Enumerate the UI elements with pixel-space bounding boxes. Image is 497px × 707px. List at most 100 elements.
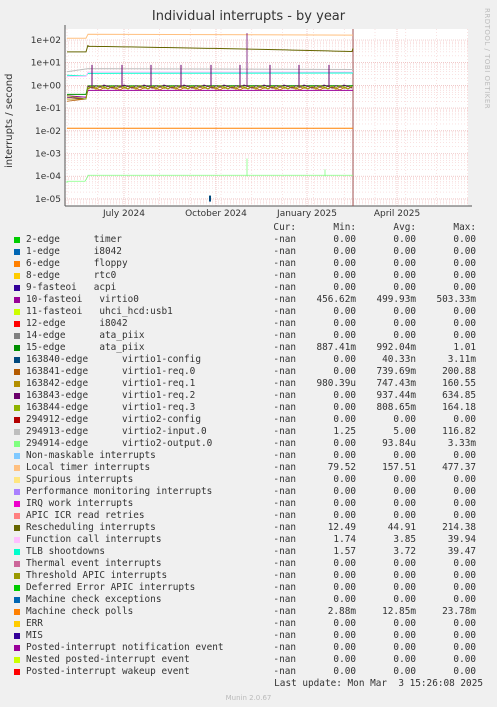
legend-avg: 992.04m xyxy=(376,342,416,353)
legend-label: 163841-edge virtio1-req.0 xyxy=(26,366,196,377)
legend-cur: -nan xyxy=(273,234,296,245)
legend-avg: 0.00 xyxy=(393,234,416,245)
legend-cur: -nan xyxy=(273,366,296,377)
legend-row: Thermal event interrupts -nan 0.00 0.00 0.00 xyxy=(0,558,497,570)
legend-cur: -nan xyxy=(273,546,296,557)
legend-min: 2.88m xyxy=(327,606,356,617)
legend-swatch xyxy=(14,321,20,327)
legend-swatch xyxy=(14,525,20,531)
legend-max: 0.00 xyxy=(453,642,476,653)
legend-avg: 0.00 xyxy=(393,330,416,341)
legend-swatch xyxy=(14,537,20,543)
legend-label: Nested posted-interrupt event xyxy=(26,654,190,665)
legend-label: 163843-edge virtio1-req.2 xyxy=(26,390,196,401)
legend-cur: -nan xyxy=(273,534,296,545)
legend-min: 0.00 xyxy=(333,582,356,593)
legend-swatch xyxy=(14,429,20,435)
legend-min: 0.00 xyxy=(333,642,356,653)
legend-avg: 0.00 xyxy=(393,258,416,269)
legend-swatch xyxy=(14,441,20,447)
legend-min: 980.39u xyxy=(316,378,356,389)
legend-avg: 808.65m xyxy=(376,402,416,413)
legend-label: Deferred Error APIC interrupts xyxy=(26,582,196,593)
legend-row: Machine check polls -nan 2.88m 12.85m 23.78m xyxy=(0,606,497,618)
legend-avg: 0.00 xyxy=(393,270,416,281)
legend-label: 1-edge i8042 xyxy=(26,246,122,257)
legend-avg: 12.85m xyxy=(382,606,416,617)
legend-min: 0.00 xyxy=(333,630,356,641)
y-tick-label: 1e+02 xyxy=(31,36,61,46)
legend-cur: -nan xyxy=(273,414,296,425)
legend-row: 163843-edge virtio1-req.2 -nan 0.00 937.44m… xyxy=(0,390,497,402)
legend-cur: -nan xyxy=(273,654,296,665)
legend-cur: -nan xyxy=(273,558,296,569)
legend-row: 10-fasteoi virtio0 -nan 456.62m 499.93m 503.… xyxy=(0,294,497,306)
legend-label: 294913-edge virtio2-input.0 xyxy=(26,426,207,437)
legend-avg: 0.00 xyxy=(393,474,416,485)
legend-row: 163842-edge virtio1-req.1 -nan 980.39u 747.… xyxy=(0,378,497,390)
legend-label: 294914-edge virtio2-output.0 xyxy=(26,438,213,449)
legend-max: 0.00 xyxy=(453,486,476,497)
legend-avg: 0.00 xyxy=(393,498,416,509)
legend-swatch xyxy=(14,405,20,411)
legend-cur: -nan xyxy=(273,642,296,653)
legend-max: 0.00 xyxy=(453,618,476,629)
legend-label: Function call interrupts xyxy=(26,534,162,545)
legend-header-max: Max: xyxy=(453,222,476,233)
legend-row: APIC ICR read retries -nan 0.00 0.00 0.00 xyxy=(0,510,497,522)
legend-header-cur: Cur: xyxy=(273,222,296,233)
legend-avg: 937.44m xyxy=(376,390,416,401)
legend-avg: 0.00 xyxy=(393,486,416,497)
legend-row: Rescheduling interrupts -nan 12.49 44.91 214… xyxy=(0,522,497,534)
legend-swatch xyxy=(14,501,20,507)
legend-row: 294912-edge virtio2-config -nan 0.00 0.00 0.… xyxy=(0,414,497,426)
legend-min: 12.49 xyxy=(327,522,356,533)
legend-label: 10-fasteoi virtio0 xyxy=(26,294,139,305)
legend-cur: -nan xyxy=(273,390,296,401)
legend-min: 0.00 xyxy=(333,666,356,677)
legend-max: 503.33m xyxy=(436,294,476,305)
legend-swatch xyxy=(14,549,20,555)
legend-cur: -nan xyxy=(273,570,296,581)
legend-label: ERR xyxy=(26,618,43,629)
legend-cur: -nan xyxy=(273,630,296,641)
series-virtio1-config xyxy=(209,195,211,202)
y-tick-label: 1e+00 xyxy=(31,81,62,91)
legend-min: 0.00 xyxy=(333,450,356,461)
legend-label: Posted-interrupt wakeup event xyxy=(26,666,190,677)
legend-avg: 0.00 xyxy=(393,570,416,581)
legend-row: ERR -nan 0.00 0.00 0.00 xyxy=(0,618,497,630)
legend-max: 0.00 xyxy=(453,246,476,257)
legend-avg: 0.00 xyxy=(393,630,416,641)
legend-max: 116.82 xyxy=(442,426,476,437)
legend-row: 1-edge i8042 -nan 0.00 0.00 0.00 xyxy=(0,246,497,258)
legend-cur: -nan xyxy=(273,402,296,413)
legend-swatch xyxy=(14,417,20,423)
legend-row: 163841-edge virtio1-req.0 -nan 0.00 739.69m… xyxy=(0,366,497,378)
legend-max: 23.78m xyxy=(442,606,476,617)
legend-min: 0.00 xyxy=(333,558,356,569)
legend-cur: -nan xyxy=(273,438,296,449)
legend-avg: 3.72 xyxy=(393,546,416,557)
legend-avg: 0.00 xyxy=(393,594,416,605)
legend-min: 0.00 xyxy=(333,282,356,293)
legend-swatch xyxy=(14,609,20,615)
legend-min: 0.00 xyxy=(333,654,356,665)
legend-max: 0.00 xyxy=(453,318,476,329)
x-tick-label: July 2024 xyxy=(102,209,145,219)
legend-cur: -nan xyxy=(273,510,296,521)
legend-swatch xyxy=(14,633,20,639)
y-tick-label: 1e-02 xyxy=(35,127,61,137)
legend-label: APIC ICR read retries xyxy=(26,510,145,521)
legend-row: Machine check exceptions -nan 0.00 0.00 0.00 xyxy=(0,594,497,606)
legend-min: 0.00 xyxy=(333,234,356,245)
legend-min: 0.00 xyxy=(333,318,356,329)
legend-cur: -nan xyxy=(273,462,296,473)
legend-avg: 0.00 xyxy=(393,414,416,425)
legend-header-min: Min: xyxy=(333,222,356,233)
legend-swatch xyxy=(14,237,20,243)
munin-version: Munin 2.0.67 xyxy=(225,694,272,702)
legend-label: TLB shootdowns xyxy=(26,546,106,557)
legend-min: 0.00 xyxy=(333,570,356,581)
legend-row: 15-edge ata_piix -nan 887.41m 992.04m 1.01 xyxy=(0,342,497,354)
